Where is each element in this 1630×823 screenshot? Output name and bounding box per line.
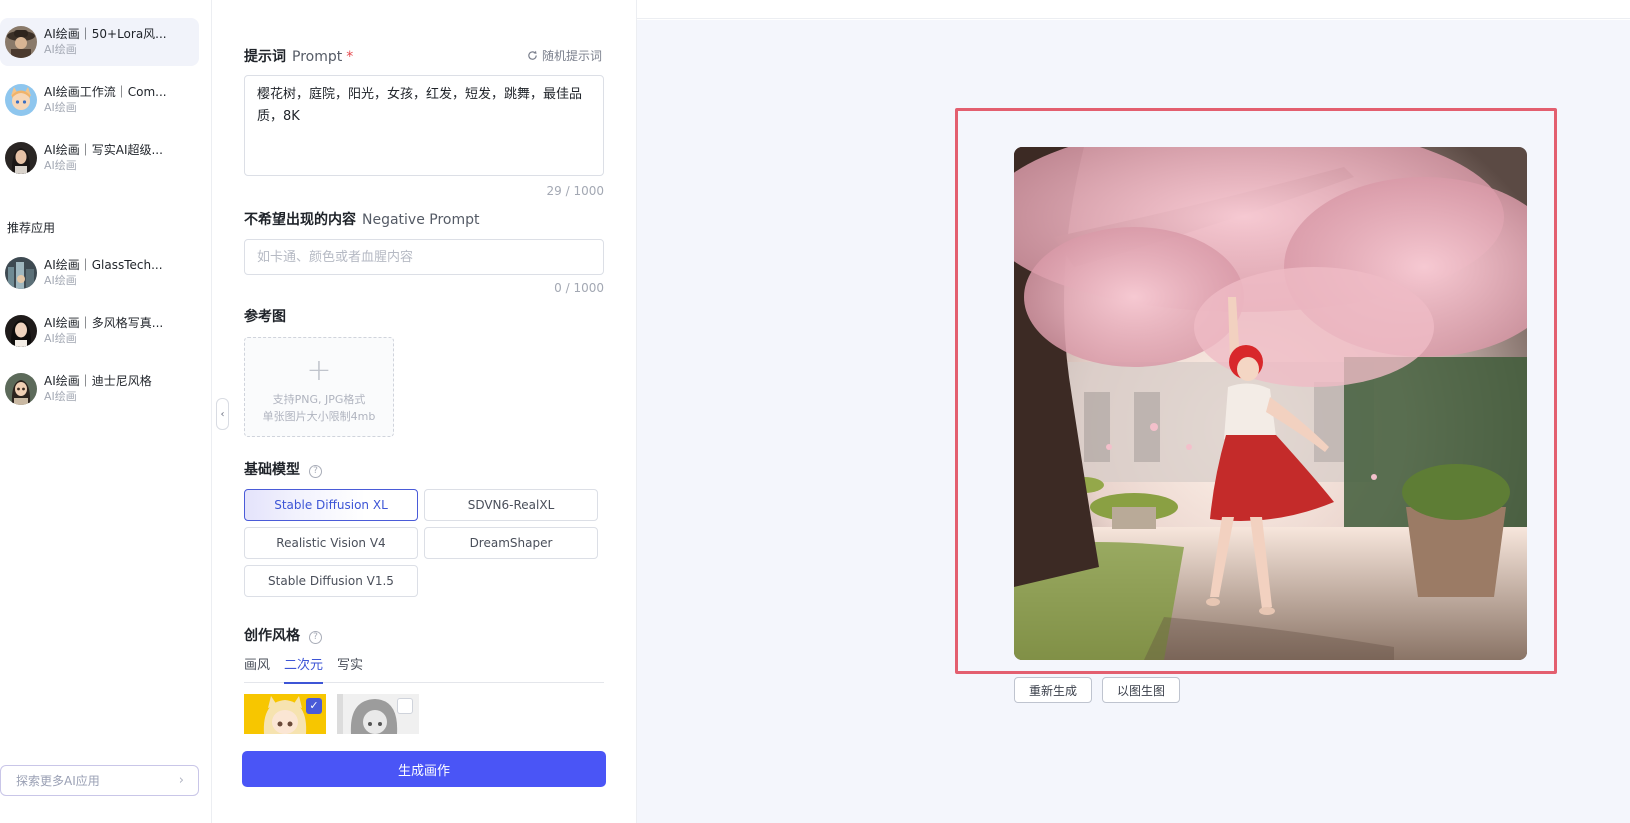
chevron-left-icon: ‹ [220, 408, 225, 420]
avatar-portrait-icon [5, 142, 37, 174]
model-option-dreamshaper[interactable]: DreamShaper [424, 527, 598, 559]
reference-image-upload[interactable]: + 支持PNG, JPG格式 单张图片大小限制4mb [244, 337, 394, 437]
app-title: AI绘画｜多风格写真... [44, 316, 164, 330]
negative-prompt-label-en: Negative Prompt [362, 212, 480, 228]
app-title: AI绘画｜50+Lora风... [44, 27, 167, 41]
avatar-disney-icon [5, 373, 37, 405]
app-title: AI绘画｜GlassTech... [44, 258, 163, 272]
style-tabs: 画风 二次元 写实 [244, 653, 604, 684]
app-title: AI绘画｜迪士尼风格 [44, 374, 152, 388]
avatar-cowboy-icon [5, 26, 37, 58]
app-root: AI绘画｜50+Lora风... AI绘画 AI绘画工作流｜Com... AI绘… [0, 0, 1630, 823]
sidebar-app-item-2[interactable]: AI绘画工作流｜Com... AI绘画 [0, 76, 199, 124]
model-option-sdxl[interactable]: Stable Diffusion XL [244, 489, 418, 521]
collapse-sidebar-handle[interactable]: ‹ [216, 398, 229, 430]
negative-char-counter: 0 / 1000 [554, 281, 604, 295]
reference-image-label: 参考图 [244, 309, 286, 325]
avatar-city-icon [5, 257, 37, 289]
prompt-textarea[interactable] [244, 75, 604, 176]
sidebar-recommended-item-3[interactable]: AI绘画｜迪士尼风格 AI绘画 [0, 365, 199, 413]
upload-hint-format: 支持PNG, JPG格式 [272, 393, 366, 406]
sidebar-recommended-item-2[interactable]: AI绘画｜多风格写真... AI绘画 [0, 307, 199, 355]
tab-realistic[interactable]: 写实 [337, 653, 363, 683]
negative-prompt-label-cn: 不希望出现的内容 [244, 212, 356, 228]
sidebar-app-item-3[interactable]: AI绘画｜写实AI超级... AI绘画 [0, 134, 199, 182]
model-option-sd-v1-5[interactable]: Stable Diffusion V1.5 [244, 565, 418, 597]
prompt-label-en: Prompt [292, 49, 343, 65]
tab-anime[interactable]: 二次元 [284, 653, 324, 684]
tab-painting-style[interactable]: 画风 [244, 653, 270, 683]
app-subtitle: AI绘画 [44, 43, 77, 56]
checkbox-checked-icon: ✓ [306, 698, 322, 714]
app-title: AI绘画工作流｜Com... [44, 85, 167, 99]
style-thumbnail-sketch[interactable] [337, 694, 419, 734]
base-model-label: 基础模型? [244, 459, 322, 479]
recommended-section-title: 推荐应用 [7, 221, 56, 235]
app-subtitle: AI绘画 [44, 332, 77, 345]
regenerate-button[interactable]: 重新生成 [1014, 677, 1093, 703]
random-prompt-label: 随机提示词 [542, 49, 603, 63]
explore-more-label: 探索更多AI应用 [16, 774, 100, 788]
app-title: AI绘画｜写实AI超级... [44, 143, 163, 157]
prompt-label: 提示词 Prompt * [244, 46, 353, 66]
model-option-realistic-vision-v4[interactable]: Realistic Vision V4 [244, 527, 418, 559]
chevron-right-icon: › [178, 773, 184, 788]
prompt-char-counter: 29 / 1000 [546, 184, 604, 198]
generate-artwork-button[interactable]: 生成画作 [242, 751, 606, 787]
negative-prompt-input[interactable] [244, 239, 604, 275]
app-subtitle: AI绘画 [44, 159, 77, 172]
plus-icon: + [306, 353, 332, 388]
prompt-label-cn: 提示词 [244, 49, 286, 65]
explore-more-apps-button[interactable]: 探索更多AI应用 › [0, 765, 199, 796]
base-model-label-text: 基础模型 [244, 462, 300, 478]
upload-hint-size: 单张图片大小限制4mb [262, 410, 376, 423]
model-option-sdvn6-realxl[interactable]: SDVN6-RealXL [424, 489, 598, 521]
image-to-image-button[interactable]: 以图生图 [1102, 677, 1181, 703]
app-subtitle: AI绘画 [44, 390, 77, 403]
refresh-icon [528, 50, 537, 60]
generated-image[interactable] [1014, 147, 1527, 660]
app-subtitle: AI绘画 [44, 101, 77, 114]
negative-prompt-label: 不希望出现的内容 Negative Prompt [244, 209, 480, 229]
sidebar-app-item-1[interactable]: AI绘画｜50+Lora风... AI绘画 [0, 18, 199, 66]
avatar-cat-girl-icon [5, 84, 37, 116]
checkbox-unchecked-icon [397, 698, 413, 714]
style-thumbnail-anime-selected[interactable]: ✓ [244, 694, 326, 734]
upload-hint: 支持PNG, JPG格式 单张图片大小限制4mb [263, 391, 376, 425]
random-prompt-button[interactable]: 随机提示词 [527, 47, 602, 64]
help-icon[interactable]: ? [309, 465, 322, 478]
required-mark: * [346, 49, 354, 65]
avatar-woman-icon [5, 315, 37, 347]
style-label-text: 创作风格 [244, 628, 300, 644]
help-icon[interactable]: ? [309, 631, 322, 644]
sidebar: AI绘画｜50+Lora风... AI绘画 AI绘画工作流｜Com... AI绘… [0, 0, 212, 823]
sidebar-recommended-item-1[interactable]: AI绘画｜GlassTech... AI绘画 [0, 249, 199, 297]
app-subtitle: AI绘画 [44, 274, 77, 287]
style-label: 创作风格? [244, 625, 322, 645]
